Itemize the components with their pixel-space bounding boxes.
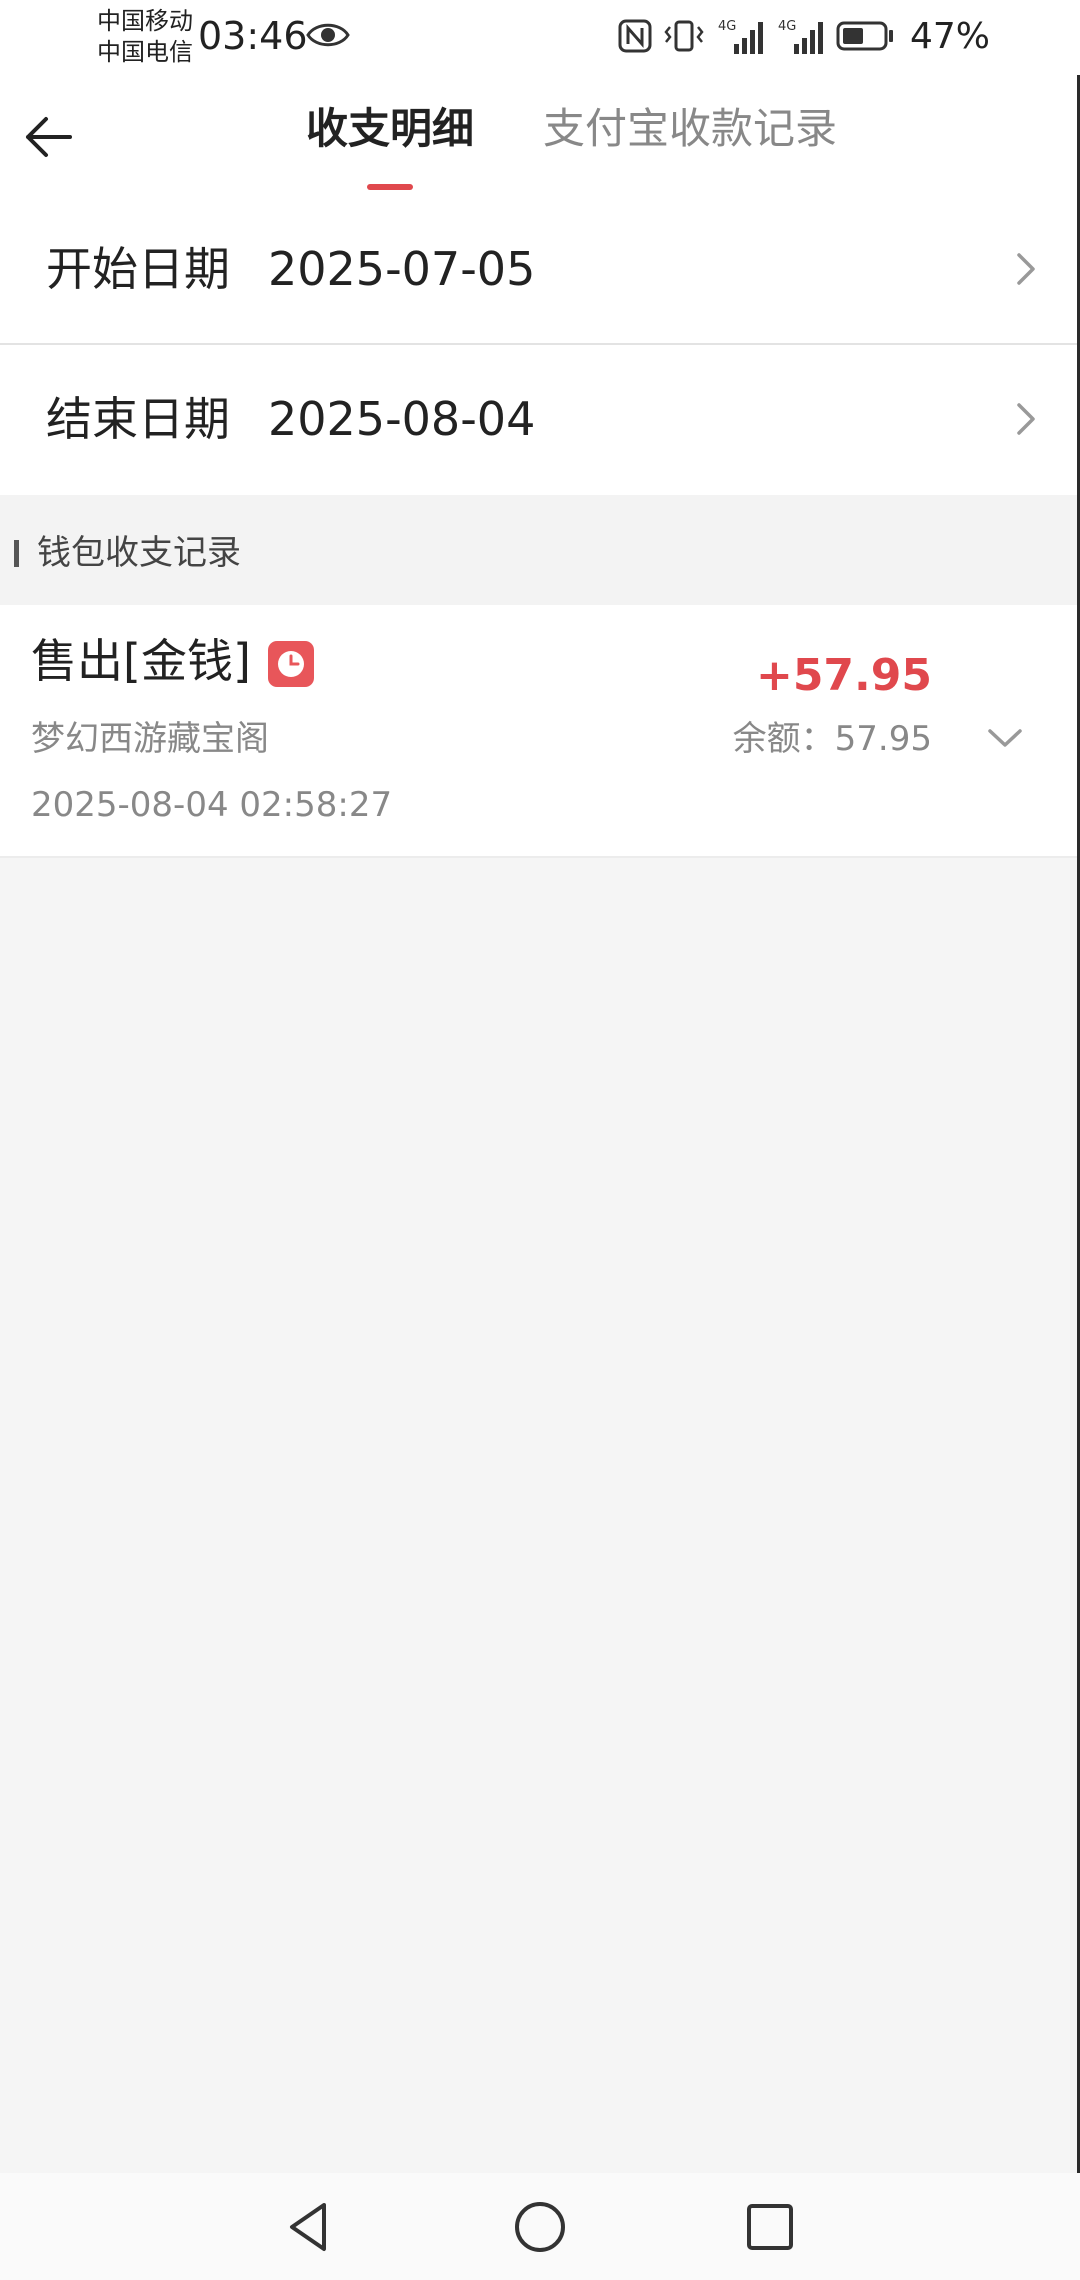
end-date-value: 2025-08-04 [268,392,536,446]
record-source: 梦幻西游藏宝阁 [31,719,269,759]
arrow-left-icon [26,117,72,157]
chevron-right-icon [1017,403,1035,435]
chevron-right-icon [1017,253,1035,285]
status-time: 03:46 [198,14,308,58]
start-date-label: 开始日期 [46,242,230,296]
record-balance: 余额：57.95 [732,719,932,759]
back-button[interactable] [14,103,82,171]
record-time: 2025-08-04 02:58:27 [31,785,393,825]
record-amount: +57.95 [755,650,932,701]
active-tab-indicator [367,184,413,190]
start-date-value: 2025-07-05 [268,242,536,296]
nav-back-icon[interactable] [280,2197,340,2257]
nav-recent-icon[interactable] [740,2197,800,2257]
nav-home-icon[interactable] [510,2197,570,2257]
svg-text:4G: 4G [718,19,736,34]
system-nav-bar [0,2173,1080,2280]
chevron-down-icon [988,729,1022,747]
record-title: 售出[金钱] [31,634,251,688]
carrier-2: 中国电信 [97,38,193,66]
end-date-row[interactable]: 结束日期 2025-08-04 [0,345,1080,495]
list-item[interactable]: 售出[金钱] 梦幻西游藏宝阁 2025-08-04 02:58:27 +57.9… [0,605,1080,858]
carrier-1: 中国移动 [97,7,193,35]
nfc-icon [618,19,652,53]
clock-icon [268,641,314,687]
section-header: 钱包收支记录 [0,495,1080,605]
vibrate-icon [664,20,704,52]
status-icons: 4G 4G 47% [618,14,990,58]
eye-icon [306,23,350,47]
expand-button[interactable] [982,715,1028,761]
signal-icon-2: 4G [778,19,823,54]
status-bar: 中国移动 中国电信 03:46 4G 4G 47% [0,0,1080,75]
end-date-label: 结束日期 [46,392,230,446]
battery-level: 47% [909,15,990,57]
section-title: 钱包收支记录 [37,533,241,573]
header: 收支明细 支付宝收款记录 [0,75,1080,195]
signal-icon-1: 4G [718,19,763,54]
tab-income-expense[interactable]: 收支明细 [306,99,474,159]
svg-text:4G: 4G [778,19,796,34]
start-date-row[interactable]: 开始日期 2025-07-05 [0,195,1080,345]
battery-icon [836,21,893,51]
tab-alipay-records[interactable]: 支付宝收款记录 [543,99,837,159]
carrier-labels: 中国移动 中国电信 [97,6,193,68]
section-marker [14,540,19,567]
